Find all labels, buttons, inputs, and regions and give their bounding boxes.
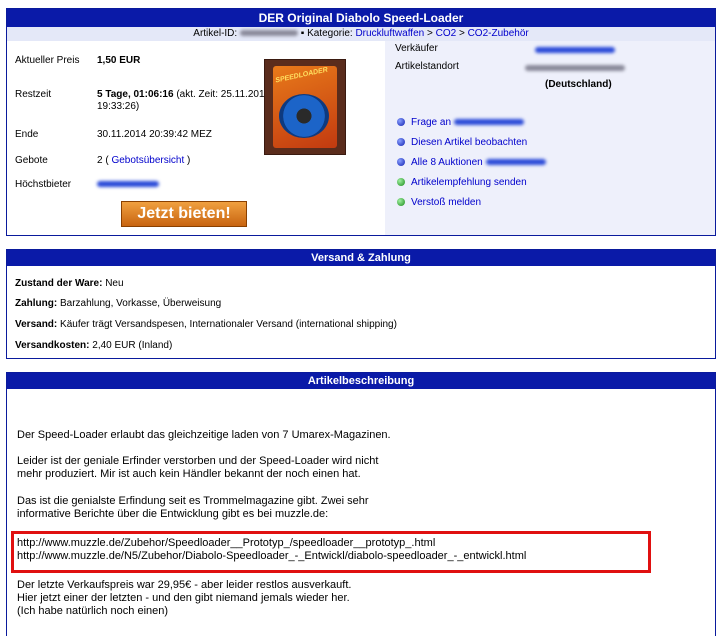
bids-value: 2 ( Gebotsübersicht ) bbox=[97, 155, 191, 166]
payment-row: Zahlung: Barzahlung, Vorkasse, Überweisu… bbox=[15, 298, 222, 309]
bids-label: Gebote bbox=[15, 155, 48, 166]
description-paragraph-3: Das ist die genialste Erfindung seit es … bbox=[17, 495, 369, 520]
description-paragraph-4: Der letzte Verkaufspreis war 29,95€ - ab… bbox=[17, 579, 352, 617]
ask-seller-link[interactable]: Frage an bbox=[397, 117, 524, 129]
shipping-box: Versand & Zahlung Zustand der Ware: Neu … bbox=[6, 249, 716, 359]
location-redacted bbox=[525, 65, 625, 71]
description-paragraph-2: Leider ist der geniale Erfinder verstorb… bbox=[17, 455, 379, 480]
time-left-label: Restzeit bbox=[15, 89, 52, 100]
condition-row: Zustand der Ware: Neu bbox=[15, 278, 124, 289]
green-dot-icon bbox=[397, 178, 405, 187]
seller-label: Verkäufer bbox=[395, 43, 438, 54]
report-violation-link[interactable]: Verstoß melden bbox=[397, 197, 481, 209]
location-country: (Deutschland) bbox=[545, 79, 612, 90]
bid-now-button[interactable]: Jetzt bieten! bbox=[121, 201, 247, 227]
description-box: Artikelbeschreibung Der Speed-Loader erl… bbox=[6, 372, 716, 636]
article-id-redacted bbox=[239, 30, 298, 37]
url-1[interactable]: http://www.muzzle.de/Zubehor/Speedloader… bbox=[17, 537, 677, 550]
shipping-row: Versand: Käufer trägt Versandspesen, Int… bbox=[15, 319, 397, 330]
breadcrumb-item-druckluftwaffen[interactable]: Druckluftwaffen bbox=[355, 28, 424, 39]
all-auctions-link[interactable]: Alle 8 Auktionen bbox=[397, 157, 546, 169]
blue-dot-icon bbox=[397, 138, 405, 147]
description-paragraph-1: Der Speed-Loader erlaubt das gleichzeiti… bbox=[17, 429, 391, 441]
breadcrumb-item-co2-zubehoer[interactable]: CO2-Zubehör bbox=[468, 28, 529, 39]
recommend-item-link[interactable]: Artikelempfehlung senden bbox=[397, 177, 527, 189]
shipping-title: Versand & Zahlung bbox=[7, 250, 715, 266]
bid-history-link[interactable]: Gebotsübersicht bbox=[111, 155, 184, 166]
seller-name-redacted[interactable] bbox=[535, 47, 615, 53]
auction-details: Aktueller Preis 1,50 EUR Restzeit 5 Tage… bbox=[7, 41, 385, 235]
current-price-label: Aktueller Preis bbox=[15, 55, 80, 66]
product-image[interactable]: SPEEDLOADER bbox=[264, 59, 346, 155]
breadcrumb: Artikel-ID: ▪ Kategorie: Druckluftwaffen… bbox=[7, 27, 715, 41]
description-title: Artikelbeschreibung bbox=[7, 373, 715, 389]
shipping-cost-row: Versandkosten: 2,40 EUR (Inland) bbox=[15, 340, 173, 351]
seller-panel: Verkäufer Artikelstandort (Deutschland) … bbox=[385, 41, 715, 235]
url-2[interactable]: http://www.muzzle.de/N5/Zubehor/Diabolo-… bbox=[17, 550, 677, 563]
category-label: Kategorie: bbox=[307, 28, 353, 39]
breadcrumb-item-co2[interactable]: CO2 bbox=[436, 28, 457, 39]
article-id-label: Artikel-ID: bbox=[193, 28, 238, 39]
green-dot-icon bbox=[397, 198, 405, 207]
blue-dot-icon bbox=[397, 118, 405, 127]
high-bidder-redacted bbox=[97, 181, 159, 188]
high-bidder-label: Höchstbieter bbox=[15, 179, 72, 190]
description-urls: http://www.muzzle.de/Zubehor/Speedloader… bbox=[17, 537, 677, 563]
auction-title: DER Original Diabolo Speed-Loader bbox=[7, 9, 715, 27]
end-label: Ende bbox=[15, 129, 39, 140]
blue-dot-icon bbox=[397, 158, 405, 167]
watch-item-link[interactable]: Diesen Artikel beobachten bbox=[397, 137, 527, 149]
auction-box: DER Original Diabolo Speed-Loader Artike… bbox=[6, 8, 716, 236]
location-label: Artikelstandort bbox=[395, 61, 459, 72]
